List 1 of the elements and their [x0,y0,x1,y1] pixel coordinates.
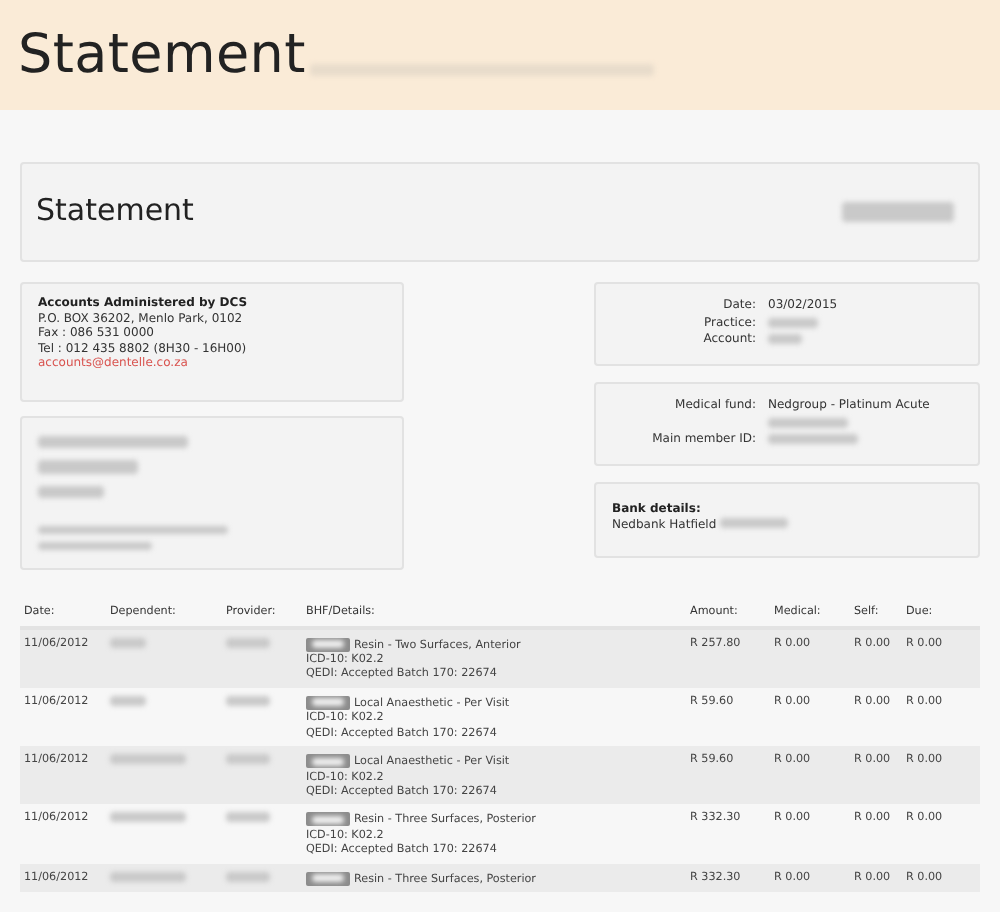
page-title: Statement [18,24,306,86]
